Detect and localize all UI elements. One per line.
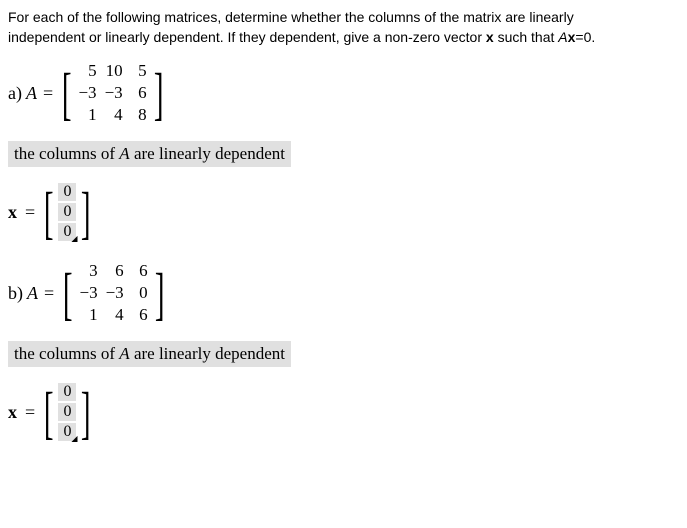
vector-row-a: x = [ 0 0 0◢ ]: [8, 181, 679, 243]
bracket-right-icon: ]: [81, 188, 91, 237]
matrix-cell: 10: [103, 61, 125, 81]
answer-b-prefix: the columns of: [14, 344, 119, 363]
bracket-right-icon: ]: [81, 388, 91, 437]
answer-a-var: A: [119, 144, 129, 163]
x-label-b: x: [8, 402, 17, 423]
bracket-left-icon: [: [62, 69, 72, 118]
matrix-cell: 6: [129, 83, 149, 103]
matrix-cell: −3: [77, 283, 99, 303]
problem-a-var: A: [26, 83, 37, 104]
x-eq-a: =: [25, 202, 35, 223]
vector-matrix-b: [ 0 0 0◢ ]: [39, 381, 96, 443]
matrix-grid-a: 5 10 5 −3 −3 6 1 4 8: [76, 59, 148, 127]
vector-input-a-3[interactable]: 0◢: [58, 223, 76, 241]
matrix-cell: −3: [103, 83, 125, 103]
vector-grid-a: 0 0 0◢: [58, 181, 76, 243]
problem-b-matrix: [ 3 6 6 −3 −3 0 1 4 6 ]: [58, 259, 169, 327]
matrix-cell: 3: [77, 261, 99, 281]
matrix-cell: 6: [130, 305, 150, 325]
problem-b-label: b): [8, 283, 23, 304]
answer-b-suffix: are linearly dependent: [130, 344, 285, 363]
instructions-line2-mid: such that: [494, 29, 559, 45]
vector-input-b-1[interactable]: 0: [58, 383, 76, 401]
answer-select-b[interactable]: the columns of A are linearly dependent: [8, 341, 291, 367]
problem-b-equation: b) A = [ 3 6 6 −3 −3 0 1 4 6 ]: [8, 259, 679, 327]
matrix-cell: 4: [103, 105, 125, 125]
instructions: For each of the following matrices, dete…: [8, 8, 679, 47]
problem-b-eq: =: [44, 283, 54, 304]
answer-a-suffix: are linearly dependent: [130, 144, 285, 163]
vector-grid-b: 0 0 0◢: [58, 381, 76, 443]
problem-a-matrix: [ 5 10 5 −3 −3 6 1 4 8 ]: [57, 59, 168, 127]
x-label-a: x: [8, 202, 17, 223]
problem-a-equation: a) A = [ 5 10 5 −3 −3 6 1 4 8 ]: [8, 59, 679, 127]
vector-matrix-a: [ 0 0 0◢ ]: [39, 181, 96, 243]
vector-input-a-1[interactable]: 0: [58, 183, 76, 201]
matrix-cell: 1: [76, 105, 98, 125]
vector-row-b: x = [ 0 0 0◢ ]: [8, 381, 679, 443]
problem-a: a) A = [ 5 10 5 −3 −3 6 1 4 8 ]: [8, 59, 679, 127]
problem-a-label: a): [8, 83, 22, 104]
resize-handle-icon[interactable]: ◢: [70, 235, 78, 243]
matrix-cell: 4: [104, 305, 126, 325]
problem-b-var: A: [27, 283, 38, 304]
matrix-grid-b: 3 6 6 −3 −3 0 1 4 6: [77, 259, 149, 327]
instructions-A: A: [558, 29, 567, 45]
answer-select-a[interactable]: the columns of A are linearly dependent: [8, 141, 291, 167]
bracket-right-icon: ]: [153, 69, 163, 118]
matrix-cell: −3: [104, 283, 126, 303]
matrix-cell: 5: [76, 61, 98, 81]
bracket-left-icon: [: [44, 388, 54, 437]
matrix-cell: 6: [130, 261, 150, 281]
answer-a-prefix: the columns of: [14, 144, 119, 163]
x-eq-b: =: [25, 402, 35, 423]
vector-input-b-2[interactable]: 0: [58, 403, 76, 421]
matrix-cell: −3: [76, 83, 98, 103]
instructions-x: x: [486, 29, 494, 45]
resize-handle-icon[interactable]: ◢: [70, 435, 78, 443]
problem-b: b) A = [ 3 6 6 −3 −3 0 1 4 6 ]: [8, 259, 679, 327]
bracket-left-icon: [: [63, 269, 73, 318]
matrix-cell: 5: [129, 61, 149, 81]
vector-input-b-3[interactable]: 0◢: [58, 423, 76, 441]
matrix-cell: 0: [130, 283, 150, 303]
vector-input-a-2[interactable]: 0: [58, 203, 76, 221]
matrix-cell: 1: [77, 305, 99, 325]
matrix-cell: 6: [104, 261, 126, 281]
problem-a-eq: =: [43, 83, 53, 104]
instructions-line1: For each of the following matrices, dete…: [8, 9, 574, 25]
matrix-cell: 8: [129, 105, 149, 125]
instructions-line2-prefix: independent or linearly dependent. If th…: [8, 29, 486, 45]
answer-b-var: A: [119, 344, 129, 363]
bracket-right-icon: ]: [155, 269, 165, 318]
instructions-line2-suffix: =0.: [575, 29, 595, 45]
bracket-left-icon: [: [44, 188, 54, 237]
